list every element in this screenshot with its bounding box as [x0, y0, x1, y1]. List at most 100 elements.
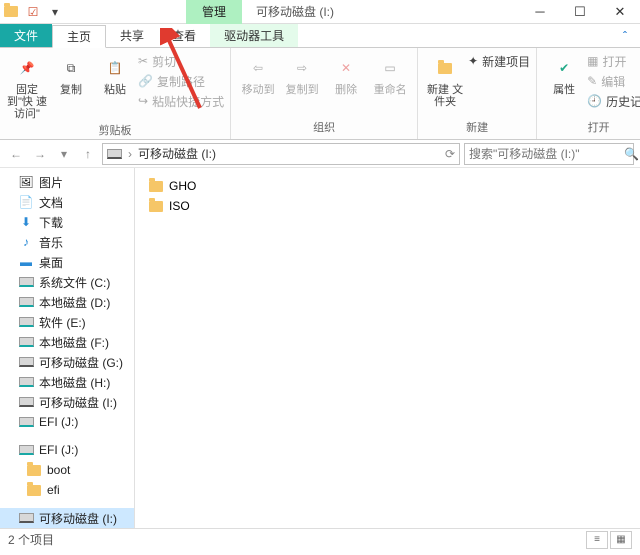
qat-dropdown-icon[interactable]: ▾ — [44, 1, 66, 23]
rename-button[interactable]: ▭重命名 — [369, 50, 411, 96]
quick-access-toolbar: ☑ ▾ — [0, 0, 66, 23]
documents-icon: 📄 — [18, 194, 34, 210]
edit-button[interactable]: ✎编辑 — [587, 72, 640, 90]
folder-icon — [149, 181, 163, 192]
tab-share[interactable]: 共享 — [106, 24, 158, 47]
nav-efi[interactable]: efi — [0, 480, 134, 500]
tab-drive-tools[interactable]: 驱动器工具 — [210, 24, 298, 47]
pictures-icon: 🖼 — [18, 174, 34, 190]
copy-path-button[interactable]: 🔗复制路径 — [138, 72, 224, 90]
scissors-icon: ✂ — [138, 54, 148, 68]
status-bar: 2 个项目 ≡ ▦ — [0, 528, 640, 550]
paste-shortcut-button[interactable]: ↪粘贴快捷方式 — [138, 92, 224, 110]
edit-icon: ✎ — [587, 74, 597, 88]
group-clipboard-label: 剪贴板 — [6, 120, 224, 140]
shortcut-icon: ↪ — [138, 94, 148, 108]
nav-documents[interactable]: 📄文档 — [0, 192, 134, 212]
copyto-icon: ⇨ — [288, 54, 316, 82]
nav-up-button[interactable]: ↑ — [78, 144, 98, 164]
rename-icon: ▭ — [376, 54, 404, 82]
breadcrumb-sep-icon: › — [128, 147, 132, 161]
nav-efi-j2[interactable]: EFI (J:) — [0, 440, 134, 460]
ribbon-tabstrip: 文件 主页 共享 查看 驱动器工具 ˆ — [0, 24, 640, 48]
music-icon: ♪ — [18, 234, 34, 250]
search-input[interactable] — [469, 147, 624, 161]
path-icon: 🔗 — [138, 74, 153, 88]
tab-view[interactable]: 查看 — [158, 24, 210, 47]
newfolder-icon — [431, 54, 459, 82]
nav-back-button[interactable]: ← — [6, 144, 26, 164]
refresh-icon[interactable]: ⟳ — [445, 147, 455, 161]
drive-icon — [18, 274, 34, 290]
nav-drive-f[interactable]: 本地磁盘 (F:) — [0, 332, 134, 352]
nav-drive-c[interactable]: 系统文件 (C:) — [0, 272, 134, 292]
nav-drive-e[interactable]: 软件 (E:) — [0, 312, 134, 332]
desktop-icon: ▬ — [18, 254, 34, 270]
group-organize-label: 组织 — [237, 117, 411, 137]
address-text: 可移动磁盘 (I:) — [138, 145, 216, 162]
list-item[interactable]: ISO — [149, 196, 349, 216]
open-icon: ▦ — [587, 54, 598, 68]
search-box[interactable]: 🔍 — [464, 143, 634, 165]
nav-pictures[interactable]: 🖼图片 — [0, 172, 134, 192]
nav-downloads[interactable]: ⬇下载 — [0, 212, 134, 232]
main-area: 🖼图片 📄文档 ⬇下载 ♪音乐 ▬桌面 系统文件 (C:) 本地磁盘 (D:) … — [0, 168, 640, 528]
downloads-icon: ⬇ — [18, 214, 34, 230]
qat-explorer-icon[interactable] — [0, 1, 22, 23]
open-button[interactable]: ▦打开 — [587, 52, 640, 70]
nav-recent-button[interactable]: ▾ — [54, 144, 74, 164]
nav-drive-g[interactable]: 可移动磁盘 (G:) — [0, 352, 134, 372]
paste-button[interactable]: 📋 粘贴 — [94, 50, 136, 96]
status-item-count: 2 个项目 — [8, 531, 54, 548]
properties-icon: ✔ — [550, 54, 578, 82]
qat-checkbox[interactable]: ☑ — [22, 1, 44, 23]
nav-drive-d[interactable]: 本地磁盘 (D:) — [0, 292, 134, 312]
minimize-button[interactable]: ─ — [520, 0, 560, 24]
history-icon: 🕘 — [587, 94, 602, 108]
list-item[interactable]: GHO — [149, 176, 349, 196]
moveto-icon: ⇦ — [244, 54, 272, 82]
nav-music[interactable]: ♪音乐 — [0, 232, 134, 252]
title-bar: ☑ ▾ 管理 可移动磁盘 (I:) ─ ☐ ✕ — [0, 0, 640, 24]
copyto-button[interactable]: ⇨复制到 — [281, 50, 323, 96]
history-button[interactable]: 🕘历史记录 — [587, 92, 640, 110]
navigation-pane[interactable]: 🖼图片 📄文档 ⬇下载 ♪音乐 ▬桌面 系统文件 (C:) 本地磁盘 (D:) … — [0, 168, 135, 528]
drive-icon — [107, 149, 122, 159]
nav-drive-h[interactable]: 本地磁盘 (H:) — [0, 372, 134, 392]
search-icon[interactable]: 🔍 — [624, 147, 639, 161]
cut-button[interactable]: ✂剪切 — [138, 52, 224, 70]
delete-button[interactable]: ✕删除 — [325, 50, 367, 96]
moveto-button[interactable]: ⇦移动到 — [237, 50, 279, 96]
nav-forward-button[interactable]: → — [30, 144, 50, 164]
group-open-label: 打开 — [543, 117, 640, 137]
tab-home[interactable]: 主页 — [52, 25, 106, 48]
newitem-icon: ✦ — [468, 54, 478, 68]
properties-button[interactable]: ✔属性 — [543, 50, 585, 96]
file-list[interactable]: GHO ISO — [135, 168, 640, 528]
pin-button[interactable]: 📌 固定到"快 速访问" — [6, 50, 48, 120]
ribbon-collapse-icon[interactable]: ˆ — [610, 24, 640, 47]
tab-file[interactable]: 文件 — [0, 24, 52, 47]
close-button[interactable]: ✕ — [600, 0, 640, 24]
group-new: 新建 文件夹 ✦新建项目 新建 — [418, 48, 537, 139]
nav-drive-efi-j[interactable]: EFI (J:) — [0, 412, 134, 432]
copy-icon: ⧉ — [57, 54, 85, 82]
nav-drive-i[interactable]: 可移动磁盘 (I:) — [0, 392, 134, 412]
newfolder-button[interactable]: 新建 文件夹 — [424, 50, 466, 108]
maximize-button[interactable]: ☐ — [560, 0, 600, 24]
context-tab-manage[interactable]: 管理 — [186, 0, 242, 24]
nav-boot[interactable]: boot — [0, 460, 134, 480]
folder-icon — [149, 201, 163, 212]
window-title: 可移动磁盘 (I:) — [242, 3, 348, 20]
ribbon: 📌 固定到"快 速访问" ⧉ 复制 📋 粘贴 ✂剪切 🔗复制路径 ↪粘贴快捷方式… — [0, 48, 640, 140]
paste-icon: 📋 — [101, 54, 129, 82]
view-icons-button[interactable]: ▦ — [610, 531, 632, 549]
newitem-button[interactable]: ✦新建项目 — [468, 52, 530, 70]
nav-desktop[interactable]: ▬桌面 — [0, 252, 134, 272]
pin-icon: 📌 — [13, 54, 41, 82]
copy-button[interactable]: ⧉ 复制 — [50, 50, 92, 96]
address-bar[interactable]: › 可移动磁盘 (I:) ⟳ — [102, 143, 460, 165]
view-details-button[interactable]: ≡ — [586, 531, 608, 549]
nav-drive-i-current[interactable]: 可移动磁盘 (I:) — [0, 508, 134, 528]
group-clipboard: 📌 固定到"快 速访问" ⧉ 复制 📋 粘贴 ✂剪切 🔗复制路径 ↪粘贴快捷方式… — [0, 48, 231, 139]
